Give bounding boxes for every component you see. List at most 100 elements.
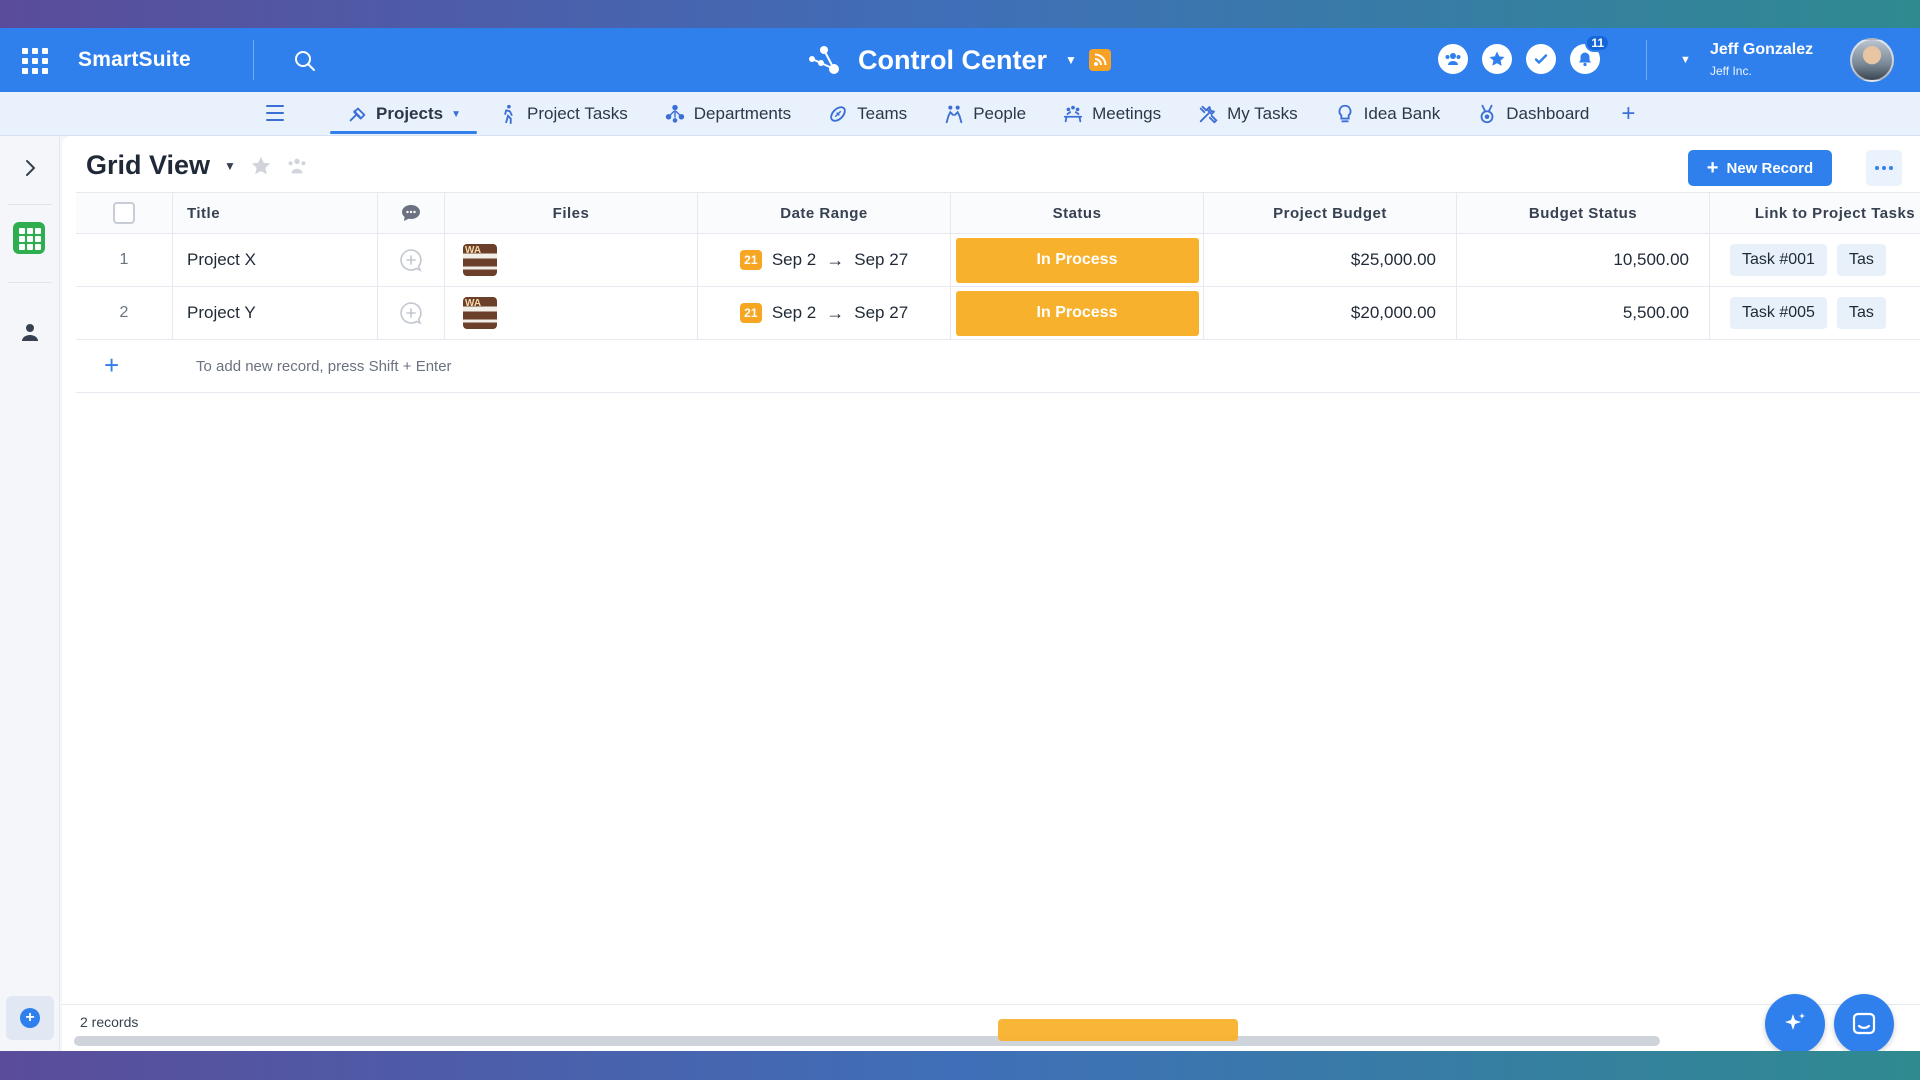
date-range-cell[interactable]: 21 Sep 2 → Sep 27	[698, 287, 951, 339]
column-header-files[interactable]: Files	[445, 193, 698, 233]
chevron-down-icon[interactable]: ▼	[1065, 53, 1077, 67]
medal-icon	[1480, 104, 1494, 124]
record-count: 2 records	[80, 1014, 139, 1030]
tab-departments[interactable]: Departments	[646, 92, 809, 136]
projects-icon	[349, 107, 366, 122]
files-cell	[445, 287, 698, 339]
status-badge[interactable]: In Process	[955, 290, 1199, 336]
title-cell[interactable]: Project X	[173, 234, 378, 286]
topbar-divider	[253, 40, 254, 80]
comments-cell	[378, 234, 445, 286]
grid-header-row: Title Files Date Range Status Project Bu…	[76, 192, 1920, 234]
project-budget-cell[interactable]: $20,000.00	[1204, 287, 1457, 339]
search-icon[interactable]	[292, 48, 318, 74]
add-record-plus-icon[interactable]: +	[104, 352, 119, 378]
column-header-date-range[interactable]: Date Range	[698, 193, 951, 233]
tools-icon	[1199, 105, 1218, 124]
grid-view-icon[interactable]	[13, 222, 45, 254]
calendar-icon: 21	[739, 303, 762, 323]
project-budget-cell[interactable]: $25,000.00	[1204, 234, 1457, 286]
chevron-right-icon[interactable]	[20, 158, 40, 178]
notifications-bell-icon[interactable]: 11	[1570, 34, 1610, 74]
new-record-button[interactable]: + New Record	[1688, 150, 1832, 186]
solution-tabs-bar: Projects ▼ Project Tasks Departments Tea…	[0, 92, 1920, 136]
workspace-switcher[interactable]: Control Center ▼	[806, 42, 1111, 78]
status-badge[interactable]: In Process	[955, 237, 1199, 283]
chevron-down-icon[interactable]: ▼	[451, 109, 461, 120]
file-thumbnail[interactable]	[463, 244, 497, 276]
add-comment-icon[interactable]	[398, 300, 424, 326]
tab-project-tasks[interactable]: Project Tasks	[479, 92, 646, 136]
add-view-button[interactable]: +	[6, 996, 54, 1040]
plus-icon: +	[1706, 157, 1719, 179]
person-icon[interactable]	[20, 322, 40, 342]
tab-meetings[interactable]: Meetings	[1044, 92, 1179, 136]
column-header-title[interactable]: Title	[173, 193, 378, 233]
column-header-status[interactable]: Status	[951, 193, 1204, 233]
row-number: 2	[76, 287, 173, 339]
tab-projects[interactable]: Projects ▼	[328, 92, 479, 136]
comment-icon	[402, 205, 420, 221]
notification-count-badge: 11	[1585, 34, 1610, 52]
dragged-status-pill[interactable]	[998, 1019, 1238, 1041]
workspace-logo-icon	[809, 46, 839, 74]
linked-task-chip[interactable]: Tas	[1836, 244, 1886, 276]
apps-grid-icon[interactable]	[22, 48, 48, 74]
date-range-cell[interactable]: 21 Sep 2 → Sep 27	[698, 234, 951, 286]
chevron-down-icon[interactable]: ▼	[224, 159, 236, 173]
linked-task-chip[interactable]: Task #005	[1730, 297, 1827, 329]
calendar-icon: 21	[739, 250, 762, 270]
user-name[interactable]: Jeff Gonzalez	[1710, 41, 1813, 59]
linked-task-chip[interactable]: Task #001	[1730, 244, 1827, 276]
column-header-budget-status[interactable]: Budget Status	[1457, 193, 1710, 233]
add-record-hint: To add new record, press Shift + Enter	[196, 358, 452, 375]
star-icon[interactable]	[250, 155, 272, 177]
budget-status-cell[interactable]: 5,500.00	[1457, 287, 1710, 339]
more-options-button[interactable]	[1866, 150, 1902, 186]
hamburger-menu-icon[interactable]	[266, 105, 284, 121]
tab-list: Projects ▼ Project Tasks Departments Tea…	[328, 92, 1649, 136]
file-thumbnail[interactable]	[463, 297, 497, 329]
link-to-project-tasks-cell: Task #001 Tas	[1710, 234, 1920, 286]
date-start: Sep 2	[771, 250, 817, 269]
plus-icon: +	[20, 1008, 40, 1028]
favorites-star-icon[interactable]	[1482, 44, 1512, 74]
select-all-checkbox[interactable]	[113, 202, 135, 224]
add-tab-button[interactable]: +	[1607, 100, 1649, 128]
date-end: Sep 27	[854, 303, 909, 322]
tab-dashboard[interactable]: Dashboard	[1458, 92, 1607, 136]
share-users-icon[interactable]	[286, 155, 308, 177]
meeting-icon	[1063, 105, 1083, 123]
check-icon[interactable]	[1526, 44, 1556, 74]
brand-logo[interactable]: SmartSuite	[78, 48, 191, 72]
members-icon[interactable]	[1438, 44, 1468, 74]
table-row[interactable]: 1 Project X 21 Sep 2 → Sep 27 In Process	[76, 234, 1920, 287]
tab-my-tasks[interactable]: My Tasks	[1179, 92, 1316, 136]
tab-idea-bank[interactable]: Idea Bank	[1316, 92, 1459, 136]
budget-status-cell[interactable]: 10,500.00	[1457, 234, 1710, 286]
view-title[interactable]: Grid View	[86, 150, 210, 181]
rail-divider	[8, 282, 52, 283]
tab-teams[interactable]: Teams	[809, 92, 925, 136]
add-record-row[interactable]: + To add new record, press Shift + Enter	[76, 340, 1920, 393]
chat-support-button[interactable]	[1834, 994, 1894, 1051]
column-header-comments[interactable]	[378, 193, 445, 233]
linked-task-chip[interactable]: Tas	[1836, 297, 1886, 329]
main-panel: Grid View ▼ + New Record Title Files Dat…	[62, 136, 1920, 1051]
view-header: Grid View ▼	[86, 150, 308, 181]
user-menu-chevron-icon[interactable]: ▼	[1680, 54, 1691, 66]
user-avatar[interactable]	[1850, 38, 1894, 82]
add-comment-icon[interactable]	[398, 247, 424, 273]
column-header-project-budget[interactable]: Project Budget	[1204, 193, 1457, 233]
ai-assistant-button[interactable]	[1765, 994, 1825, 1051]
arrow-right-icon: →	[826, 249, 845, 270]
rss-feed-icon[interactable]	[1088, 49, 1111, 71]
column-header-link-to-project-tasks[interactable]: Link to Project Tasks	[1710, 193, 1920, 233]
user-org: Jeff Inc.	[1710, 64, 1752, 78]
top-bar: SmartSuite Control Center ▼ 11 ▼ Jeff Go…	[0, 28, 1920, 92]
tab-people[interactable]: People	[925, 92, 1044, 136]
sparkle-icon	[1785, 1013, 1805, 1030]
table-row[interactable]: 2 Project Y 21 Sep 2 → Sep 27 In Process	[76, 287, 1920, 340]
horizontal-scrollbar[interactable]	[74, 1036, 1660, 1046]
title-cell[interactable]: Project Y	[173, 287, 378, 339]
